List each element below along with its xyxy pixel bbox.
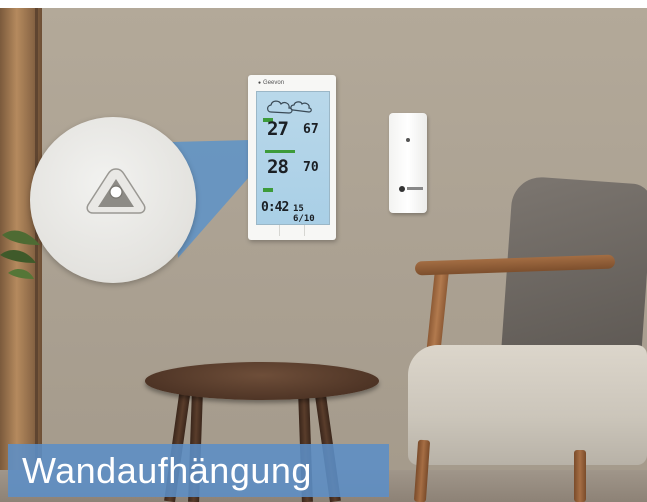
- station-button-row: [254, 225, 330, 237]
- weather-forecast-cloud-icon: [267, 100, 312, 114]
- lcd-display: 27 67 28 70 0:42 15 6/10: [256, 91, 330, 225]
- comfort-indicator: [265, 150, 295, 153]
- sensor-led: [406, 138, 410, 142]
- weather-station: Geevon 27 67 28 70 0:42 15 6/10: [248, 75, 336, 240]
- sensor-brand-wordmark: [407, 187, 423, 190]
- sensor-brand-logo: [399, 186, 405, 192]
- station-button: [279, 225, 302, 236]
- outdoor-indicator: [263, 188, 273, 192]
- outdoor-humidity: 70: [303, 160, 319, 175]
- wall-mount-hole-icon: [86, 168, 146, 214]
- clock-time: 0:42: [261, 200, 289, 215]
- outdoor-sensor: [389, 113, 427, 213]
- station-button: [304, 225, 327, 236]
- indoor-temperature: 27: [267, 118, 289, 140]
- plant-leaves: [0, 230, 40, 279]
- armchair-leg: [574, 450, 586, 502]
- armchair-seat: [408, 345, 647, 465]
- side-table-top: [145, 362, 379, 400]
- indoor-humidity: 67: [303, 122, 319, 137]
- station-brand-logo: Geevon: [258, 80, 284, 86]
- outdoor-temperature: 28: [267, 156, 289, 178]
- product-photo-scene: Geevon 27 67 28 70 0:42 15 6/10: [0, 0, 647, 502]
- clock-date: 15 6/10: [293, 204, 315, 224]
- caption-text: Wandaufhängung: [22, 450, 312, 491]
- station-button: [254, 225, 276, 236]
